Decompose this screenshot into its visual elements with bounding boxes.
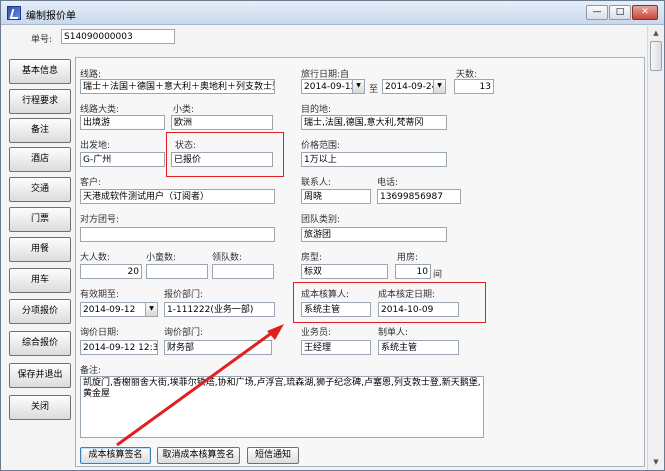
annotation-arrow [116,324,284,447]
annotation-arrow-line [116,330,274,447]
annotation-arrow-head [267,324,284,340]
editor-window: 编制报价单 — □ ✕ ▲ ▼ 单号: S14090000003 基本信息 行程… [0,0,665,471]
